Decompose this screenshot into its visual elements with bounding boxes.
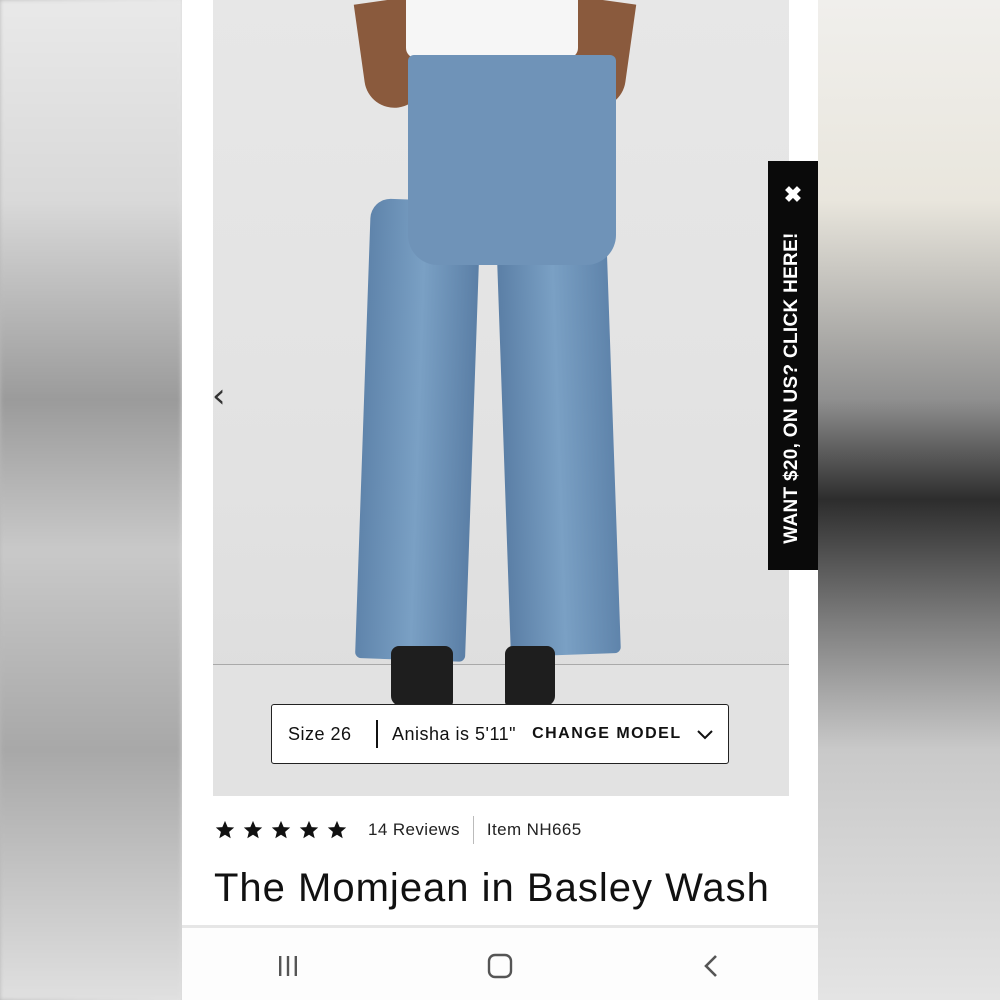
- back-icon: [704, 954, 717, 977]
- jeans-leg-right: [495, 198, 621, 657]
- boot-right: [505, 646, 555, 706]
- star-icon: [215, 820, 235, 839]
- product-title: The Momjean in Basley Wash: [214, 866, 770, 910]
- reviews-row: 14 Reviews Item NH665: [214, 814, 774, 846]
- model-size-bar: Size 26 Anisha is 5'11" CHANGE MODEL: [271, 704, 729, 764]
- jeans-waist: [408, 55, 616, 265]
- promo-text[interactable]: WANT $20, ON US? CLICK HERE!: [781, 223, 805, 553]
- home-icon: [487, 953, 513, 978]
- back-button[interactable]: [692, 946, 732, 986]
- item-number: Item NH665: [486, 820, 582, 839]
- jeans-leg-left: [355, 198, 481, 662]
- reviews-divider: [472, 816, 474, 844]
- star-icon: [299, 820, 319, 839]
- star-icon: [271, 820, 291, 839]
- rating-stars[interactable]: [214, 819, 348, 841]
- background-left: [0, 0, 182, 1000]
- change-model-button[interactable]: CHANGE MODEL: [532, 725, 714, 743]
- background-right: [818, 0, 1000, 1000]
- model-shirt: [406, 0, 578, 58]
- model-size-label: Size 26: [288, 723, 352, 744]
- star-icon: [327, 820, 347, 839]
- review-count-link[interactable]: 14 Reviews: [368, 820, 460, 840]
- android-nav-bar: [182, 925, 818, 1000]
- boot-left: [391, 646, 453, 706]
- product-image[interactable]: [213, 0, 789, 796]
- phone-screen: ‹ Size 26 Anisha is 5'11" CHANGE MODEL ✖…: [182, 0, 818, 1000]
- home-button[interactable]: [480, 946, 520, 986]
- chevron-down-icon: [696, 730, 713, 740]
- gallery-prev-icon[interactable]: ‹: [212, 376, 230, 416]
- promo-tab[interactable]: ✖ WANT $20, ON US? CLICK HERE!: [768, 161, 818, 570]
- model-bar-divider: [376, 720, 378, 748]
- star-icon: [243, 820, 263, 839]
- close-icon[interactable]: ✖: [781, 183, 805, 207]
- model-info: Anisha is 5'11": [392, 723, 517, 744]
- recents-button[interactable]: [268, 946, 308, 986]
- recents-icon: [279, 955, 297, 976]
- change-model-label: CHANGE MODEL: [532, 725, 682, 742]
